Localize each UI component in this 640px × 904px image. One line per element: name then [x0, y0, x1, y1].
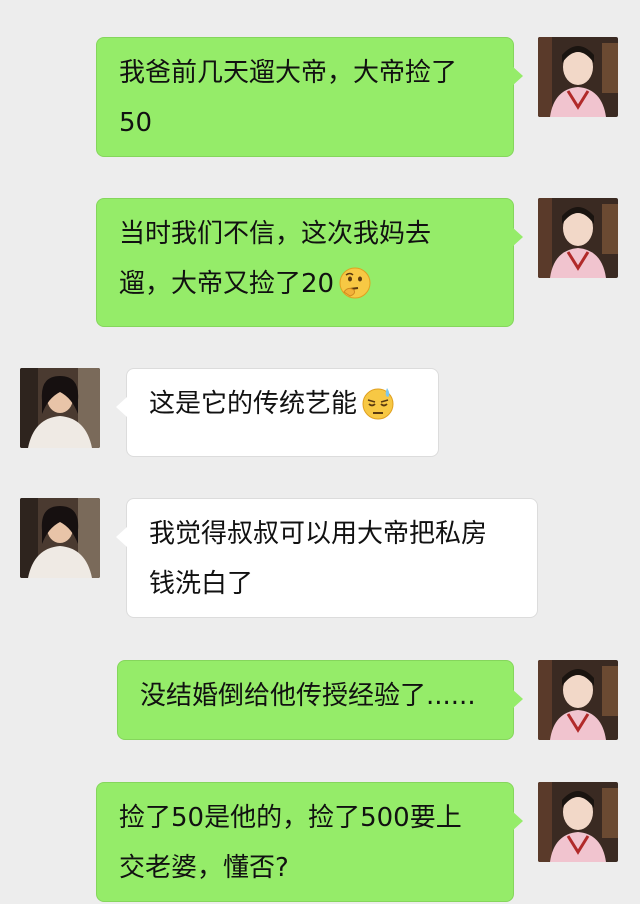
avatar-contact[interactable] [20, 498, 100, 578]
message-text-line: 我觉得叔叔可以用大帝把私房 [149, 519, 488, 549]
message-text-line: 没结婚倒给他传授经验了...... [140, 681, 476, 711]
message-text-line: 捡了50是他的，捡了500要上 [119, 803, 462, 833]
avatar-contact[interactable] [20, 368, 100, 448]
message-text-line: 这是它的传统艺能 [149, 389, 358, 419]
message-text-line: 交老婆，懂否? [119, 853, 289, 883]
message-bubble-received[interactable]: 我觉得叔叔可以用大帝把私房 钱洗白了 [116, 498, 538, 618]
message-bubble-sent[interactable]: 捡了50是他的，捡了500要上 交老婆，懂否? [96, 782, 523, 902]
avatar-self[interactable] [538, 198, 618, 278]
chat-area: 我爸前几天遛大帝，大帝捡了 50 当时我们不信，这次我妈去 遛，大帝又捡了20 [0, 0, 640, 904]
avatar-self[interactable] [538, 660, 618, 740]
message-bubble-sent[interactable]: 我爸前几天遛大帝，大帝捡了 50 [96, 37, 523, 157]
avatar-self[interactable] [538, 37, 618, 117]
avatar-self[interactable] [538, 782, 618, 862]
message-text-line: 我爸前几天遛大帝，大帝捡了 [119, 58, 458, 88]
message-bubble-sent[interactable]: 当时我们不信，这次我妈去 遛，大帝又捡了20 [96, 198, 523, 327]
message-text-line: 50 [119, 108, 153, 138]
message-bubble-sent[interactable]: 没结婚倒给他传授经验了...... [117, 660, 523, 740]
message-text-line: 钱洗白了 [149, 569, 254, 599]
message-text-line: 遛，大帝又捡了20 [119, 269, 335, 299]
thinking-face-icon [338, 266, 372, 317]
anxious-face-with-sweat-icon [361, 386, 395, 437]
message-text-line: 当时我们不信，这次我妈去 [119, 219, 432, 249]
message-bubble-received[interactable]: 这是它的传统艺能 [116, 368, 439, 457]
